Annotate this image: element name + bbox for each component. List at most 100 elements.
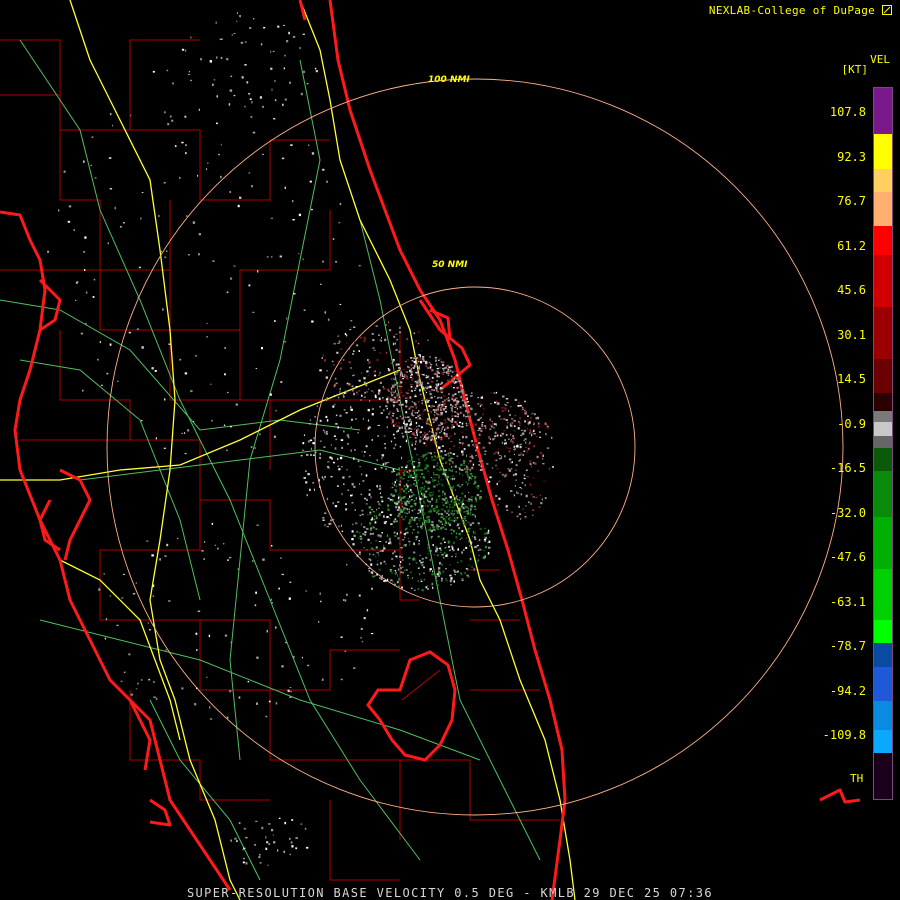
echo-pixel — [267, 864, 269, 866]
echo-pixel — [473, 531, 476, 533]
echo-pixel — [364, 531, 367, 534]
echo-pixel — [411, 518, 414, 521]
echo-pixel — [430, 365, 432, 368]
echo-pixel — [433, 474, 436, 476]
echo-pixel — [449, 519, 452, 521]
echo-pixel — [168, 343, 171, 345]
echo-pixel — [397, 568, 400, 571]
echo-pixel — [289, 853, 291, 856]
echo-pixel — [353, 534, 356, 537]
echo-pixel — [498, 415, 501, 418]
echo-pixel — [358, 264, 361, 267]
echo-pixel — [420, 517, 422, 520]
echo-pixel — [398, 422, 400, 424]
echo-pixel — [90, 164, 93, 166]
echo-pixel — [394, 481, 396, 484]
echo-pixel — [364, 497, 367, 500]
echo-pixel — [457, 391, 460, 394]
echo-pixel — [460, 463, 463, 466]
echo-pixel — [346, 334, 348, 337]
echo-pixel — [322, 260, 324, 263]
echo-pixel — [274, 99, 277, 102]
echo-pixel — [451, 424, 454, 426]
echo-pixel — [484, 527, 486, 529]
echo-pixel — [419, 389, 421, 392]
echo-pixel — [410, 421, 412, 423]
echo-pixel — [431, 523, 434, 527]
echo-pixel — [475, 442, 478, 445]
echo-pixel — [389, 410, 392, 413]
echo-pixel — [454, 489, 457, 492]
echo-pixel — [399, 445, 402, 448]
echo-pixel — [152, 595, 155, 597]
echo-pixel — [325, 415, 328, 419]
echo-pixel — [335, 423, 338, 425]
echo-pixel — [311, 320, 314, 323]
echo-pixel — [283, 850, 285, 853]
ring-label-50: 50 NMI — [432, 260, 468, 270]
echo-pixel — [390, 362, 392, 365]
echo-pixel — [343, 483, 345, 485]
echo-pixel — [527, 447, 530, 450]
echo-pixel — [226, 58, 229, 61]
echo-pixel — [441, 580, 443, 582]
echo-pixel — [261, 347, 263, 350]
echo-pixel — [137, 296, 139, 299]
echo-pixel — [291, 819, 294, 821]
echo-pixel — [351, 538, 354, 541]
echo-pixel — [371, 587, 373, 590]
echo-pixel — [433, 458, 436, 461]
echo-pixel — [429, 529, 431, 531]
echo-pixel — [478, 539, 481, 542]
echo-pixel — [422, 498, 425, 500]
echo-pixel — [510, 490, 513, 492]
echo-pixel — [440, 372, 444, 375]
echo-pixel — [407, 538, 409, 540]
echo-pixel — [392, 433, 395, 436]
echo-pixel — [423, 578, 425, 581]
echo-pixel — [212, 83, 214, 86]
echo-pixel — [444, 469, 447, 471]
echo-pixel — [456, 378, 459, 380]
echo-pixel — [389, 537, 391, 541]
echo-pixel — [407, 480, 409, 482]
echo-pixel — [414, 412, 417, 414]
echo-pixel — [434, 396, 436, 398]
echo-pixel — [482, 413, 484, 416]
credit-label: NEXLAB-College of DuPage — [709, 4, 892, 17]
echo-pixel — [452, 496, 455, 499]
echo-pixel — [414, 558, 416, 562]
echo-pixel — [382, 463, 385, 466]
echo-pixel — [109, 595, 111, 597]
echo-pixel — [440, 409, 442, 411]
echo-pixel — [451, 519, 454, 522]
echo-pixel — [508, 447, 511, 450]
echo-pixel — [433, 477, 436, 479]
legend-tick: 14.5 — [837, 372, 866, 386]
echo-pixel — [356, 530, 358, 533]
echo-pixel — [443, 498, 446, 501]
echo-pixel — [484, 450, 487, 452]
echo-pixel — [454, 574, 456, 576]
echo-pixel — [376, 459, 379, 462]
echo-pixel — [415, 440, 417, 443]
echo-pixel — [445, 461, 448, 464]
echo-pixel — [174, 145, 177, 148]
echo-pixel — [396, 339, 398, 341]
echo-pixel — [229, 191, 232, 193]
echo-pixel — [179, 358, 182, 361]
echo-pixel — [420, 360, 423, 364]
echo-pixel — [465, 394, 468, 397]
echo-pixel — [390, 400, 393, 402]
echo-pixel — [346, 593, 348, 596]
echo-pixel — [486, 463, 489, 465]
echo-pixel — [536, 455, 539, 459]
echo-pixel — [391, 384, 395, 387]
echo-pixel — [374, 521, 377, 524]
echo-pixel — [268, 843, 271, 845]
echo-pixel — [414, 380, 417, 383]
echo-pixel — [386, 426, 388, 429]
echo-pixel — [482, 556, 485, 559]
echo-pixel — [443, 432, 446, 435]
echo-pixel — [315, 451, 317, 454]
